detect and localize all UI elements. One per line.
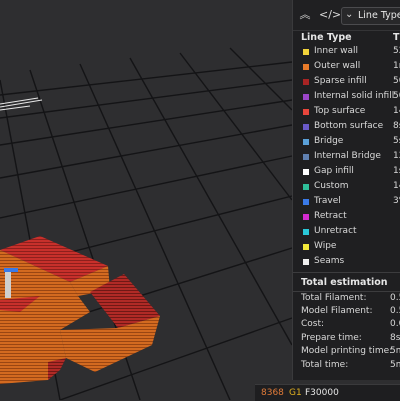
estimation-label: Total Filament:: [301, 293, 367, 303]
estimation-value: 8s: [390, 333, 400, 343]
chevron-down-icon: ⌄: [345, 9, 354, 20]
gcode-line-number: 8368: [261, 388, 284, 398]
legend-item[interactable]: Retract: [293, 210, 400, 225]
color-swatch: [303, 244, 309, 250]
estimation-value: 5m: [390, 360, 400, 370]
legend-item-label: Internal solid infill: [314, 91, 395, 101]
estimation-row: Model Filament: 0.5: [293, 306, 400, 318]
legend-item-label: Top surface: [314, 106, 366, 116]
legend-panel: ︽ </> ⌄ Line Type Line Type Ti Inner wal…: [292, 0, 400, 380]
legend-item-label: Retract: [314, 211, 347, 221]
legend-item[interactable]: Unretract: [293, 225, 400, 240]
color-swatch: [303, 64, 309, 70]
gcode-command: G1: [289, 388, 302, 398]
estimation-label: Model Filament:: [301, 306, 373, 316]
color-swatch: [303, 124, 309, 130]
divider: [293, 272, 400, 273]
estimation-value: 0.5: [390, 306, 400, 316]
legend-item-value: 1n: [393, 61, 400, 71]
legend-item-value: 50: [393, 91, 400, 101]
gcode-line-bar: 8368 G1 F30000: [255, 384, 400, 401]
estimation-label: Cost:: [301, 319, 325, 329]
gcode-args: F30000: [305, 388, 339, 398]
color-swatch: [303, 259, 309, 265]
legend-item[interactable]: Inner wall 52: [293, 45, 400, 60]
estimation-row: Prepare time: 8s: [293, 333, 400, 345]
estimation-label: Prepare time:: [301, 333, 362, 343]
legend-item[interactable]: Top surface 14: [293, 105, 400, 120]
estimation-label: Total time:: [301, 360, 349, 370]
divider: [293, 291, 400, 292]
legend-toolbar: ︽ </> ⌄ Line Type: [293, 0, 400, 31]
legend-item-label: Inner wall: [314, 46, 359, 56]
legend-item-value: 14: [393, 181, 400, 191]
legend-item-label: Travel: [314, 196, 341, 206]
legend-header-time: Ti: [393, 32, 400, 43]
estimation-row: Cost: 0.0: [293, 319, 400, 331]
legend-item-value: 1s: [393, 166, 400, 176]
color-swatch: [303, 214, 309, 220]
estimation-value: 0.0: [390, 319, 400, 329]
color-swatch: [303, 79, 309, 85]
legend-item-label: Sparse infill: [314, 76, 367, 86]
legend-item-value: 14: [393, 106, 400, 116]
legend-item[interactable]: Internal solid infill50: [293, 90, 400, 105]
color-swatch: [303, 139, 309, 145]
color-swatch: [303, 94, 309, 100]
estimation-row: Total time: 5m: [293, 360, 400, 372]
legend-item[interactable]: Bridge 5s: [293, 135, 400, 150]
legend-item-label: Gap infill: [314, 166, 354, 176]
estimation-label: Model printing time:: [301, 346, 393, 356]
estimation-row: Total Filament: 0.5: [293, 293, 400, 305]
legend-item-value: 3%: [393, 196, 400, 206]
code-brackets-icon[interactable]: </>: [319, 8, 341, 22]
legend-item[interactable]: Sparse infill 50: [293, 75, 400, 90]
view-type-select[interactable]: ⌄ Line Type: [341, 7, 400, 25]
legend-item[interactable]: Gap infill 1s: [293, 165, 400, 180]
legend-item-label: Seams: [314, 256, 345, 266]
legend-item[interactable]: Bottom surface 8s: [293, 120, 400, 135]
legend-item-value: 52: [393, 46, 400, 56]
legend-item-label: Wipe: [314, 241, 337, 251]
color-swatch: [303, 199, 309, 205]
legend-item-value: 8s: [393, 121, 400, 131]
legend-item[interactable]: Travel 3%: [293, 195, 400, 210]
color-swatch: [303, 184, 309, 190]
color-swatch: [303, 109, 309, 115]
color-swatch: [303, 169, 309, 175]
legend-item-value: 12: [393, 151, 400, 161]
view-type-value: Line Type: [358, 10, 400, 21]
legend-item-value: 50: [393, 76, 400, 86]
legend-item-value: 5s: [393, 136, 400, 146]
legend-item[interactable]: Seams: [293, 255, 400, 270]
legend-item[interactable]: Custom 14: [293, 180, 400, 195]
legend-item-label: Bottom surface: [314, 121, 384, 131]
legend-item-label: Outer wall: [314, 61, 361, 71]
legend-item-label: Custom: [314, 181, 349, 191]
legend-item[interactable]: Internal Bridge 12: [293, 150, 400, 165]
estimation-row: Model printing time:5m: [293, 346, 400, 358]
estimation-value: 0.5: [390, 293, 400, 303]
legend-item-label: Unretract: [314, 226, 357, 236]
legend-header-line-type: Line Type: [301, 32, 352, 43]
estimation-title: Total estimation: [301, 277, 388, 288]
double-chevron-up-icon[interactable]: ︽: [298, 8, 312, 22]
legend-item-label: Internal Bridge: [314, 151, 381, 161]
legend-item-label: Bridge: [314, 136, 344, 146]
estimation-value: 5m: [390, 346, 400, 356]
legend-item[interactable]: Outer wall 1n: [293, 60, 400, 75]
legend-item[interactable]: Wipe: [293, 240, 400, 255]
color-swatch: [303, 154, 309, 160]
color-swatch: [303, 229, 309, 235]
color-swatch: [303, 49, 309, 55]
